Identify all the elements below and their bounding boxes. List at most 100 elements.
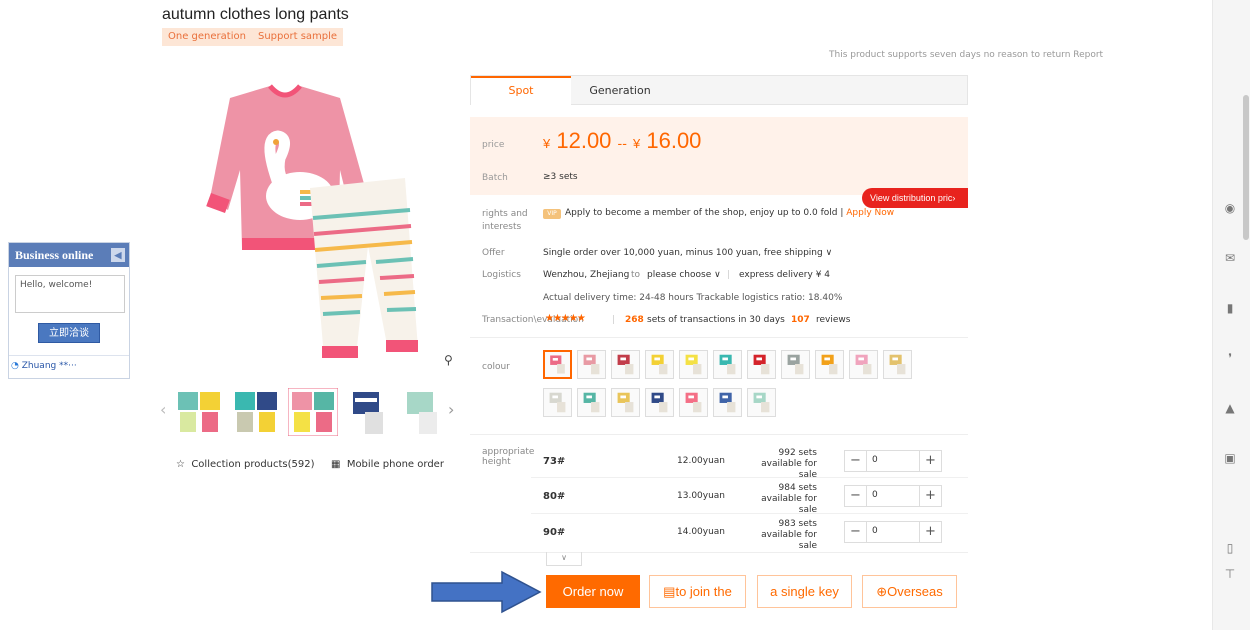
divider [470,337,968,338]
chevron-left-icon[interactable]: ‹ [160,400,166,419]
colour-swatch[interactable] [781,350,810,379]
quantity-input[interactable]: 0 [872,455,878,465]
currency-symbol-2: ¥ [633,136,641,151]
scrollbar-thumb[interactable] [1243,95,1249,240]
mobile-label: Mobile phone order [346,459,444,470]
widget-header: Business online ◀ [9,243,129,267]
footprint-icon[interactable]: ❜ [1216,348,1244,368]
apply-now-link[interactable]: Apply Now [846,208,894,218]
offer-dropdown[interactable]: Single order over 10,000 yuan, minus 100… [543,248,832,258]
colour-swatch[interactable] [713,388,742,417]
overseas-button[interactable]: ⊕Overseas [862,575,957,608]
product-main-image[interactable] [190,78,435,368]
return-policy-note[interactable]: This product supports seven days no reas… [829,50,1103,60]
plus-button[interactable]: + [919,522,941,542]
colour-swatch[interactable] [747,388,776,417]
overseas-label: Overseas [887,584,943,599]
phone-icon[interactable]: ▯ [1216,538,1244,558]
colour-swatch[interactable] [747,350,776,379]
transaction-count: 268 [625,315,644,325]
size-name: 80# [543,491,566,502]
quantity-input[interactable]: 0 [872,526,878,536]
plus-button[interactable]: + [919,451,941,471]
join-label: to join the [675,584,732,599]
vip-badge: VIP [543,209,561,219]
destination-select[interactable]: please choose ∨ [647,270,721,280]
annotation-arrow-icon [431,570,542,614]
batch-label: Batch [482,173,508,183]
rights-text: Apply to become a member of the shop, en… [565,208,894,218]
colour-swatch[interactable] [543,350,572,379]
price-high: 16.00 [646,128,702,153]
colour-swatch[interactable] [577,350,606,379]
reviews-count[interactable]: 107 [791,315,810,325]
one-click-button[interactable]: a single key [757,575,852,608]
minus-button[interactable]: − [845,451,867,471]
seller-name: Zhuang **··· [21,361,77,371]
chevron-right-icon[interactable]: › [448,400,454,419]
thumbnail-2[interactable] [231,388,281,436]
colour-swatch[interactable] [645,350,674,379]
minus-button[interactable]: − [845,522,867,542]
rights-label: rights and interests [482,209,528,232]
quantity-input[interactable]: 0 [872,490,878,500]
colour-swatch[interactable] [883,350,912,379]
thumbnail-3[interactable] [288,388,338,436]
colour-swatch[interactable] [815,350,844,379]
thumbnail-5[interactable] [399,388,449,436]
minus-button[interactable]: − [845,486,867,506]
bell-icon[interactable]: ▲ [1216,398,1244,418]
colour-swatch[interactable] [713,350,742,379]
rights-description: Apply to become a member of the shop, en… [565,208,847,218]
widget-title: Business online [15,248,94,262]
search-icon[interactable]: ⚲ [444,353,458,367]
user-icon[interactable]: ◉ [1216,198,1244,218]
stock-count: 992 sets [778,448,817,458]
price-range: ¥ 12.00 -- ¥ 16.00 [543,128,701,154]
reviews-text[interactable]: reviews [816,315,850,325]
colour-swatch[interactable] [849,350,878,379]
transaction-text: sets of transactions in 30 days [647,315,785,325]
colour-swatch[interactable] [611,350,640,379]
quantity-stepper: − 0 + [844,450,942,472]
chevron-down-icon[interactable]: ∨ [546,552,582,566]
colour-swatch[interactable] [611,388,640,417]
thumbnail-4[interactable] [345,388,395,436]
mail-icon[interactable]: ✉ [1216,248,1244,268]
order-now-button[interactable]: Order now [546,575,640,608]
clipboard-icon[interactable]: ▣ [1216,448,1244,468]
size-name: 73# [543,456,566,467]
mobile-order-link[interactable]: ▦ Mobile phone order [331,459,444,470]
globe-icon: ⊕ [876,584,888,599]
size-stock: 983 sets available for sale [745,519,817,552]
colour-swatch[interactable] [577,388,606,417]
stock-label: available for sale [761,530,817,551]
back-to-top-icon[interactable]: ⊤ [1216,564,1244,584]
negotiate-button[interactable]: 立即洽谈 [38,323,100,343]
quantity-stepper: − 0 + [844,521,942,543]
collection-link[interactable]: ☆ Collection products(592) [176,459,315,470]
ship-from: Wenzhou, Zhejiang [543,270,630,280]
list-icon: ▤ [663,584,676,599]
price-separator: -- [617,135,627,151]
tab-spot[interactable]: Spot [471,76,571,105]
colour-swatch[interactable] [679,350,708,379]
colour-swatch[interactable] [645,388,674,417]
thumbnail-1[interactable] [174,388,224,436]
tag-support-sample: Support sample [252,28,344,46]
colour-swatch[interactable] [543,388,572,417]
add-to-cart-button[interactable]: ▤to join the [649,575,746,608]
view-distribution-price-button[interactable]: View distribution pric› [862,188,968,208]
purchase-type-tabs: Spot Generation [470,75,968,105]
star-icon: ☆ [176,459,185,470]
bookmark-icon[interactable]: ▮ [1216,298,1244,318]
colour-swatch[interactable] [679,388,708,417]
arrow-left-icon[interactable]: ◀ [111,248,125,262]
message-input[interactable]: Hello, welcome! [15,275,125,313]
logistics-separator: | [727,270,731,280]
seller-contact[interactable]: ◔ Zhuang **··· [11,361,77,371]
divider [470,552,968,553]
plus-button[interactable]: + [919,486,941,506]
size-price: 14.00yuan [677,527,726,537]
tab-generation[interactable]: Generation [571,76,669,105]
